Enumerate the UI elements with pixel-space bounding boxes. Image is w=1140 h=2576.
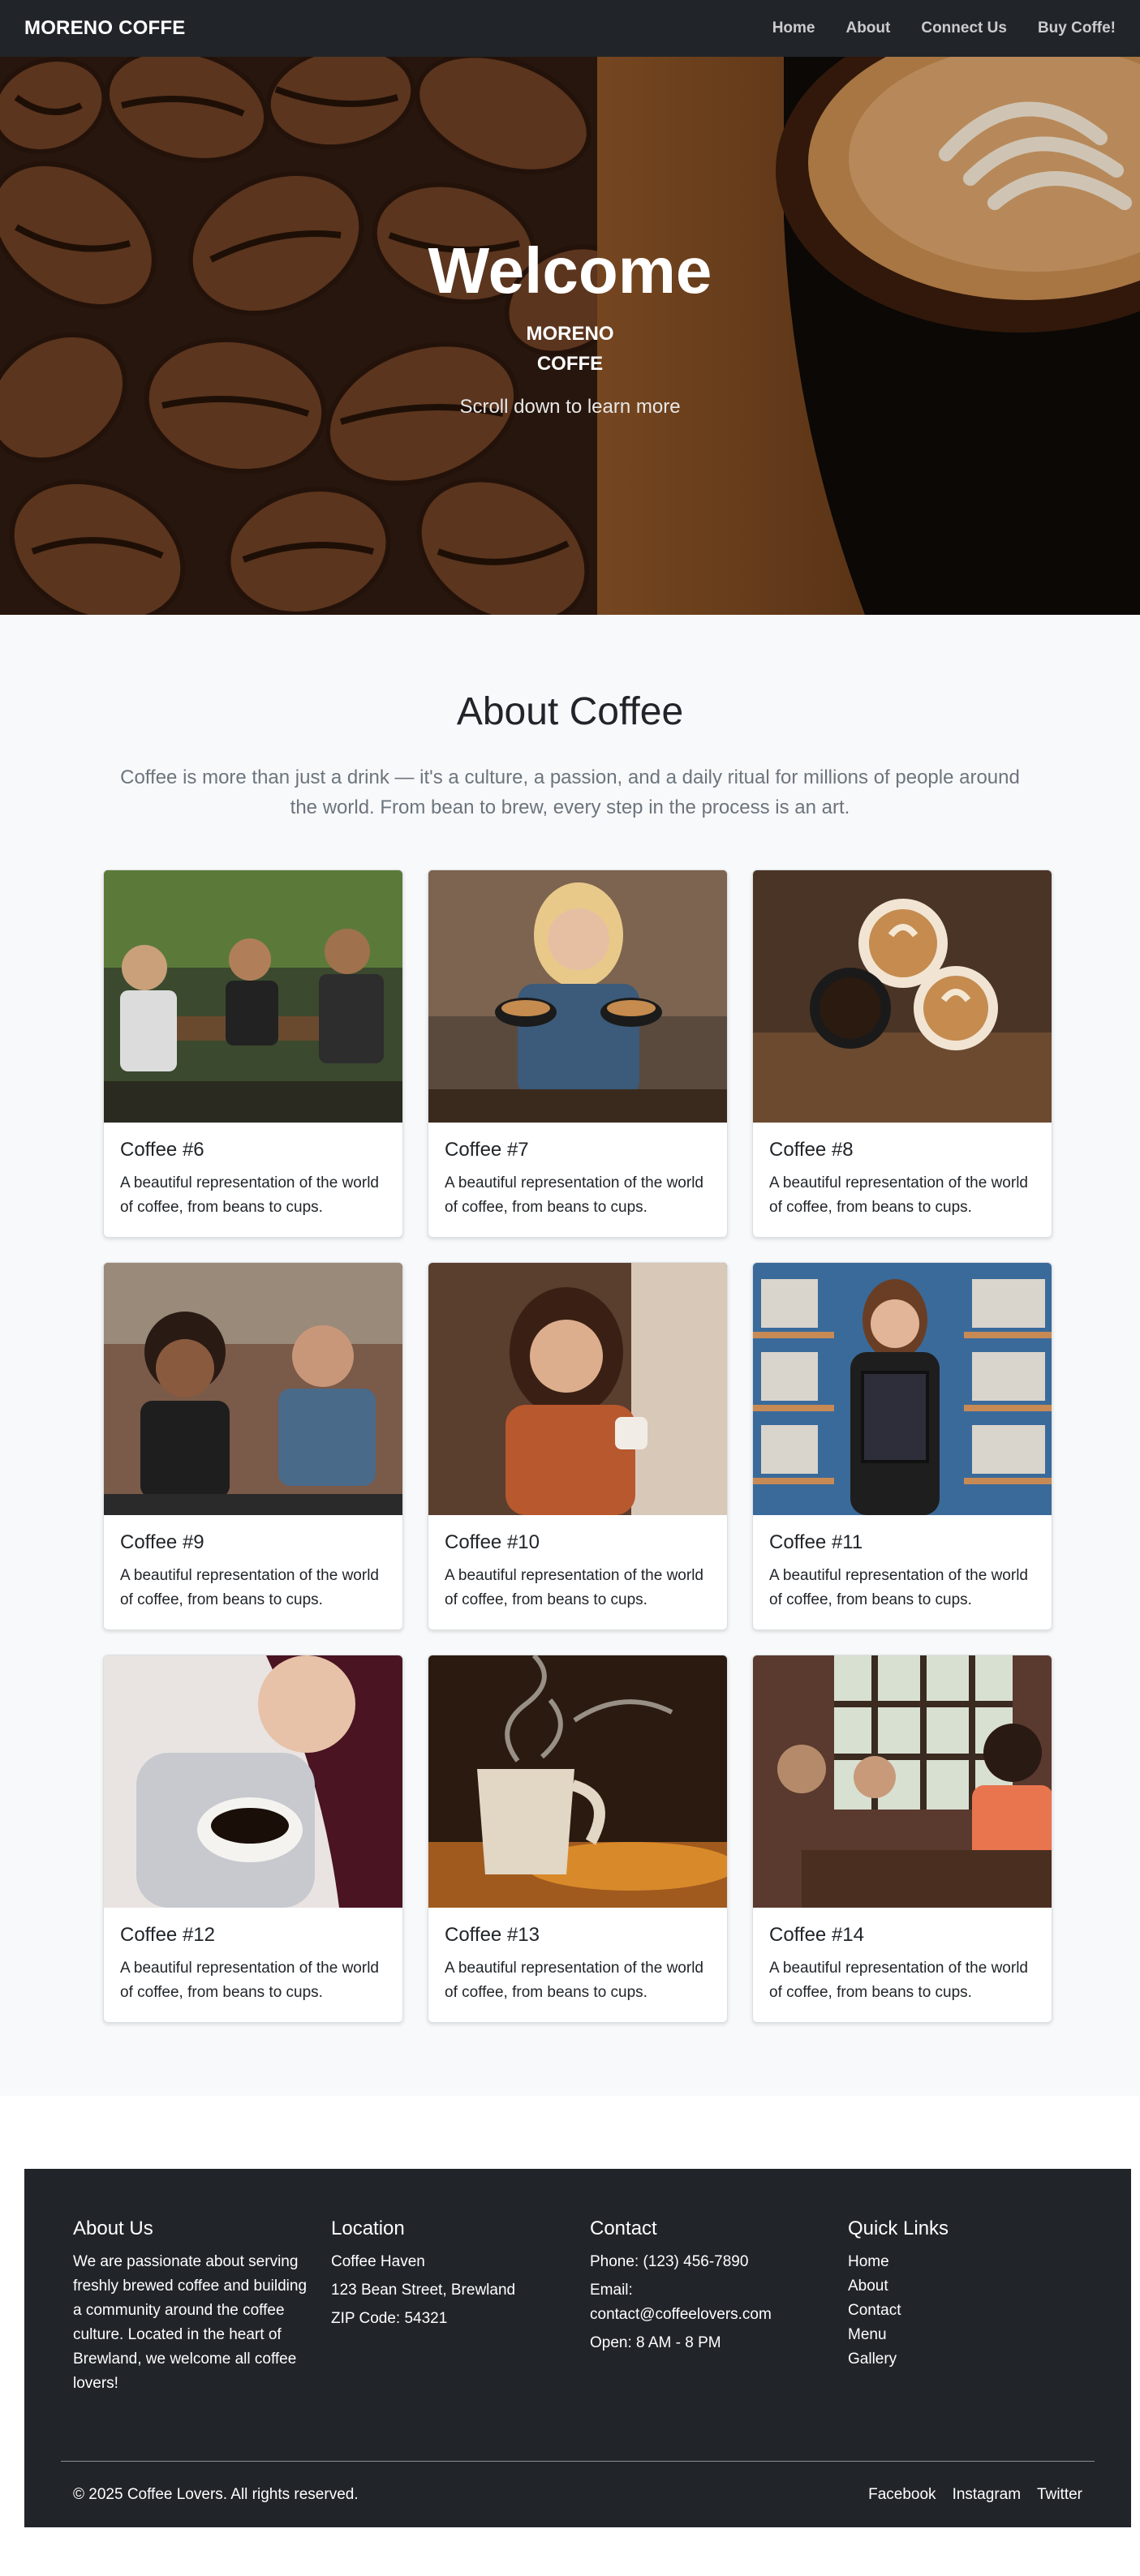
footer: About Us We are passionate about serving… [24,2169,1131,2527]
copyright: © 2025 Coffee Lovers. All rights reserve… [73,2486,359,2503]
card-body: Coffee #9 A beautiful representation of … [104,1515,402,1612]
card-body: Coffee #11 A beautiful representation of… [753,1515,1052,1612]
card-body: Coffee #13 A beautiful representation of… [428,1908,727,2005]
location-street: 123 Bean Street, Brewland [331,2282,516,2299]
coffee-card[interactable]: Coffee #12 A beautiful representation of… [103,1655,403,2023]
footer-link-about[interactable]: About [848,2274,1083,2299]
contact-email: Email: contact@coffeelovers.com [590,2282,772,2323]
about-lead: Coffee is more than just a drink — it's … [120,766,1020,818]
footer-link-home[interactable]: Home [848,2250,1083,2274]
nav-link-home[interactable]: Home [772,19,815,37]
card-text: A beautiful representation of the world … [445,1174,703,1216]
location-name: Coffee Haven [331,2253,425,2270]
hero-subtitle-line-1: MORENO [526,323,614,345]
footer-links-heading: Quick Links [848,2218,949,2239]
nav-links: Home About Connect Us Buy Coffe! [772,19,1116,37]
card-title: Coffee #9 [120,1531,204,1553]
footer-location-heading: Location [331,2218,405,2239]
hero-title: Welcome [428,234,712,307]
social-link-twitter[interactable]: Twitter [1037,2486,1082,2504]
card-text: A beautiful representation of the world … [120,1960,379,2001]
about-section: About Coffee Coffee is more than just a … [0,615,1140,2096]
card-text: A beautiful representation of the world … [445,1567,703,1608]
card-image [428,1655,727,1908]
location-zip: ZIP Code: 54321 [331,2310,448,2327]
hero-subtitle-line-2: COFFE [536,353,604,375]
coffee-card[interactable]: Coffee #14 A beautiful representation of… [752,1655,1052,2023]
contact-hours: Open: 8 AM - 8 PM [590,2334,721,2351]
card-text: A beautiful representation of the world … [769,1174,1028,1216]
footer-link-gallery[interactable]: Gallery [848,2347,1083,2372]
card-text: A beautiful representation of the world … [769,1567,1028,1608]
coffee-card[interactable]: Coffee #6 A beautiful representation of … [103,869,403,1238]
footer-about-heading: About Us [73,2218,153,2239]
card-body: Coffee #8 A beautiful representation of … [753,1123,1052,1220]
coffee-card[interactable]: Coffee #11 A beautiful representation of… [752,1262,1052,1630]
brand-logo[interactable]: MORENO COFFE [24,17,185,40]
coffee-card[interactable]: Coffee #7 A beautiful representation of … [428,869,728,1238]
card-title: Coffee #7 [445,1139,529,1161]
card-title: Coffee #14 [769,1924,864,1946]
card-text: A beautiful representation of the world … [120,1174,379,1216]
card-image [753,1263,1052,1515]
card-body: Coffee #10 A beautiful representation of… [428,1515,727,1612]
card-title: Coffee #13 [445,1924,540,1946]
social-link-instagram[interactable]: Instagram [953,2486,1021,2504]
about-title: About Coffee [456,690,684,733]
footer-divider [61,2461,1095,2462]
footer-contact: Contact Phone: (123) 456-7890 Email: con… [590,2218,801,2359]
card-title: Coffee #8 [769,1139,854,1161]
card-title: Coffee #6 [120,1139,204,1161]
card-image [428,1263,727,1515]
hero-scroll-hint: Scroll down to learn more [459,396,681,418]
footer-link-menu[interactable]: Menu [848,2323,1083,2347]
card-image [753,1655,1052,1908]
nav-link-about[interactable]: About [845,19,890,37]
social-links: Facebook Instagram Twitter [868,2486,1082,2504]
coffee-card[interactable]: Coffee #8 A beautiful representation of … [752,869,1052,1238]
footer-contact-heading: Contact [590,2218,657,2239]
social-link-facebook[interactable]: Facebook [868,2486,936,2504]
card-body: Coffee #6 A beautiful representation of … [104,1123,402,1220]
coffee-card[interactable]: Coffee #9 A beautiful representation of … [103,1262,403,1630]
card-image [104,1263,402,1515]
footer-link-contact[interactable]: Contact [848,2299,1083,2323]
card-text: A beautiful representation of the world … [120,1567,379,1608]
card-title: Coffee #11 [769,1531,863,1553]
navbar: MORENO COFFE Home About Connect Us Buy C… [0,0,1140,57]
card-image [104,1655,402,1908]
footer-quick-links: Quick Links Home About Contact Menu Gall… [848,2218,1083,2372]
hero-section: Welcome MORENO COFFE Scroll down to lear… [0,57,1140,615]
footer-about: About Us We are passionate about serving… [73,2218,308,2396]
footer-location: Location Coffee Haven 123 Bean Street, B… [331,2218,566,2335]
card-body: Coffee #14 A beautiful representation of… [753,1908,1052,2005]
card-body: Coffee #12 A beautiful representation of… [104,1908,402,2005]
card-text: A beautiful representation of the world … [769,1960,1028,2001]
card-body: Coffee #7 A beautiful representation of … [428,1123,727,1220]
hero-content: Welcome MORENO COFFE Scroll down to lear… [0,57,1140,615]
contact-phone: Phone: (123) 456-7890 [590,2253,749,2270]
coffee-card[interactable]: Coffee #10 A beautiful representation of… [428,1262,728,1630]
card-image [428,870,727,1123]
card-title: Coffee #12 [120,1924,215,1946]
coffee-card[interactable]: Coffee #13 A beautiful representation of… [428,1655,728,2023]
card-image [753,870,1052,1123]
footer-about-text: We are passionate about serving freshly … [73,2253,308,2392]
card-image [104,870,402,1123]
nav-link-buy[interactable]: Buy Coffe! [1038,19,1116,37]
card-text: A beautiful representation of the world … [445,1960,703,2001]
card-title: Coffee #10 [445,1531,540,1553]
hero-subtitle: MORENO COFFE [0,319,1140,379]
nav-link-connect[interactable]: Connect Us [921,19,1007,37]
